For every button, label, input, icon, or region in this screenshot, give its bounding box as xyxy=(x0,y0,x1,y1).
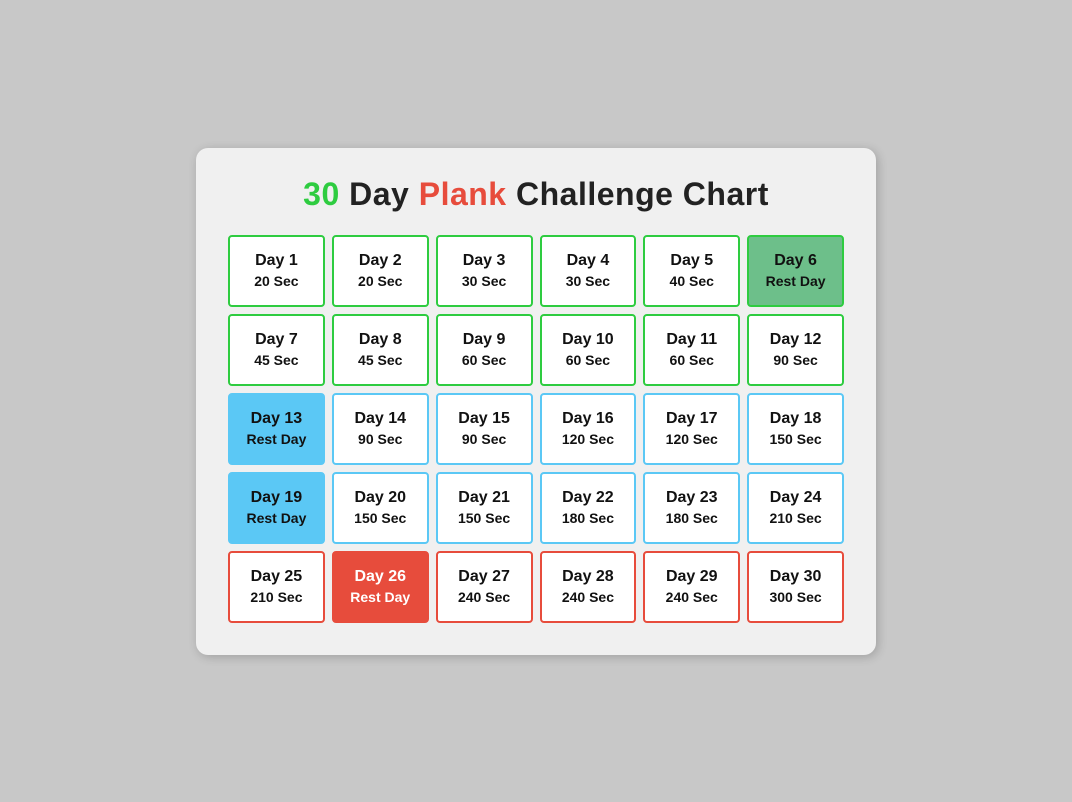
time-label: 120 Sec xyxy=(666,430,718,448)
day-cell-5: Day 540 Sec xyxy=(643,235,740,307)
day-label: Day 17 xyxy=(666,409,718,430)
day-label: Day 5 xyxy=(670,251,713,272)
time-label: 45 Sec xyxy=(358,351,402,369)
day-cell-26: Day 26Rest Day xyxy=(332,551,429,623)
day-label: Day 13 xyxy=(251,409,303,430)
day-cell-19: Day 19Rest Day xyxy=(228,472,325,544)
day-cell-29: Day 29240 Sec xyxy=(643,551,740,623)
title-30: 30 xyxy=(303,176,340,212)
day-cell-30: Day 30300 Sec xyxy=(747,551,844,623)
time-label: 60 Sec xyxy=(670,351,714,369)
time-label: 180 Sec xyxy=(666,509,718,527)
day-cell-7: Day 745 Sec xyxy=(228,314,325,386)
day-label: Day 6 xyxy=(774,251,817,272)
day-cell-24: Day 24210 Sec xyxy=(747,472,844,544)
day-label: Day 1 xyxy=(255,251,298,272)
time-label: Rest Day xyxy=(246,509,306,527)
time-label: Rest Day xyxy=(350,588,410,606)
day-label: Day 15 xyxy=(458,409,510,430)
time-label: 150 Sec xyxy=(458,509,510,527)
day-cell-6: Day 6Rest Day xyxy=(747,235,844,307)
day-cell-4: Day 430 Sec xyxy=(540,235,637,307)
time-label: 240 Sec xyxy=(458,588,510,606)
day-cell-9: Day 960 Sec xyxy=(436,314,533,386)
day-label: Day 3 xyxy=(463,251,506,272)
day-cell-22: Day 22180 Sec xyxy=(540,472,637,544)
day-cell-15: Day 1590 Sec xyxy=(436,393,533,465)
day-label: Day 9 xyxy=(463,330,506,351)
time-label: 210 Sec xyxy=(250,588,302,606)
day-cell-23: Day 23180 Sec xyxy=(643,472,740,544)
day-label: Day 8 xyxy=(359,330,402,351)
day-label: Day 12 xyxy=(770,330,822,351)
day-cell-27: Day 27240 Sec xyxy=(436,551,533,623)
time-label: 60 Sec xyxy=(566,351,610,369)
day-label: Day 22 xyxy=(562,488,614,509)
title-day: Day xyxy=(340,176,419,212)
day-cell-13: Day 13Rest Day xyxy=(228,393,325,465)
day-cell-21: Day 21150 Sec xyxy=(436,472,533,544)
day-cell-20: Day 20150 Sec xyxy=(332,472,429,544)
day-cell-25: Day 25210 Sec xyxy=(228,551,325,623)
time-label: 30 Sec xyxy=(566,272,610,290)
page-title: 30 Day Plank Challenge Chart xyxy=(228,176,844,213)
day-label: Day 18 xyxy=(770,409,822,430)
time-label: 150 Sec xyxy=(769,430,821,448)
day-cell-18: Day 18150 Sec xyxy=(747,393,844,465)
title-plank: Plank xyxy=(419,176,507,212)
time-label: 90 Sec xyxy=(358,430,402,448)
day-cell-1: Day 120 Sec xyxy=(228,235,325,307)
time-label: 20 Sec xyxy=(358,272,402,290)
day-label: Day 11 xyxy=(666,330,717,351)
day-cell-8: Day 845 Sec xyxy=(332,314,429,386)
time-label: 45 Sec xyxy=(254,351,298,369)
day-cell-17: Day 17120 Sec xyxy=(643,393,740,465)
time-label: 20 Sec xyxy=(254,272,298,290)
day-cell-28: Day 28240 Sec xyxy=(540,551,637,623)
day-label: Day 25 xyxy=(251,567,303,588)
day-label: Day 29 xyxy=(666,567,718,588)
title-rest: Challenge Chart xyxy=(507,176,769,212)
day-label: Day 24 xyxy=(770,488,822,509)
time-label: 90 Sec xyxy=(773,351,817,369)
day-label: Day 28 xyxy=(562,567,614,588)
time-label: 40 Sec xyxy=(670,272,714,290)
day-cell-11: Day 1160 Sec xyxy=(643,314,740,386)
time-label: 210 Sec xyxy=(769,509,821,527)
day-label: Day 27 xyxy=(458,567,510,588)
day-label: Day 30 xyxy=(770,567,822,588)
time-label: 300 Sec xyxy=(769,588,821,606)
time-label: 180 Sec xyxy=(562,509,614,527)
day-label: Day 26 xyxy=(354,567,406,588)
day-label: Day 20 xyxy=(354,488,406,509)
time-label: 90 Sec xyxy=(462,430,506,448)
day-cell-14: Day 1490 Sec xyxy=(332,393,429,465)
day-cell-16: Day 16120 Sec xyxy=(540,393,637,465)
time-label: 150 Sec xyxy=(354,509,406,527)
time-label: Rest Day xyxy=(246,430,306,448)
day-cell-12: Day 1290 Sec xyxy=(747,314,844,386)
challenge-card: 30 Day Plank Challenge Chart Day 120 Sec… xyxy=(196,148,876,655)
day-label: Day 7 xyxy=(255,330,298,351)
day-label: Day 23 xyxy=(666,488,718,509)
day-label: Day 21 xyxy=(458,488,510,509)
challenge-grid: Day 120 SecDay 220 SecDay 330 SecDay 430… xyxy=(228,235,844,623)
day-cell-3: Day 330 Sec xyxy=(436,235,533,307)
time-label: 120 Sec xyxy=(562,430,614,448)
day-label: Day 2 xyxy=(359,251,402,272)
time-label: Rest Day xyxy=(766,272,826,290)
time-label: 240 Sec xyxy=(666,588,718,606)
day-label: Day 16 xyxy=(562,409,614,430)
day-label: Day 14 xyxy=(354,409,406,430)
day-label: Day 4 xyxy=(567,251,610,272)
time-label: 30 Sec xyxy=(462,272,506,290)
time-label: 60 Sec xyxy=(462,351,506,369)
day-cell-10: Day 1060 Sec xyxy=(540,314,637,386)
day-label: Day 10 xyxy=(562,330,614,351)
time-label: 240 Sec xyxy=(562,588,614,606)
day-label: Day 19 xyxy=(251,488,303,509)
day-cell-2: Day 220 Sec xyxy=(332,235,429,307)
